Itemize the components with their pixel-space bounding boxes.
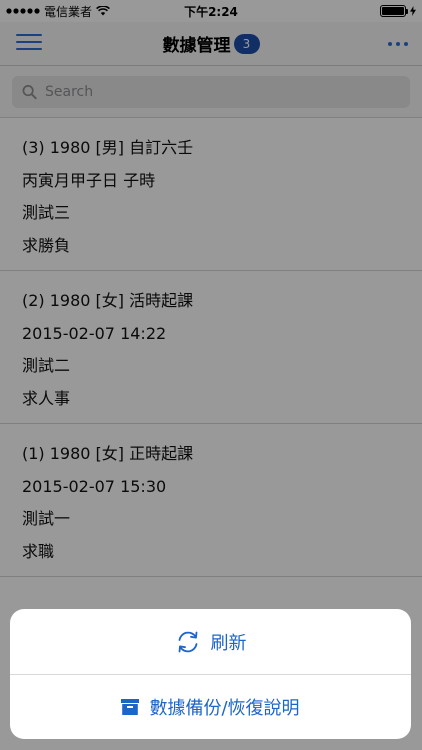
backup-restore-label: 數據備份/恢復說明 — [149, 698, 300, 719]
refresh-label: 刷新 — [210, 632, 247, 654]
action-sheet: 刷新 數據備份/恢復說明 — [10, 609, 411, 739]
refresh-button[interactable]: 刷新 — [10, 609, 411, 674]
archive-box-icon — [121, 699, 140, 715]
backup-restore-button[interactable]: 數據備份/恢復說明 — [10, 674, 411, 739]
refresh-icon — [178, 631, 197, 652]
